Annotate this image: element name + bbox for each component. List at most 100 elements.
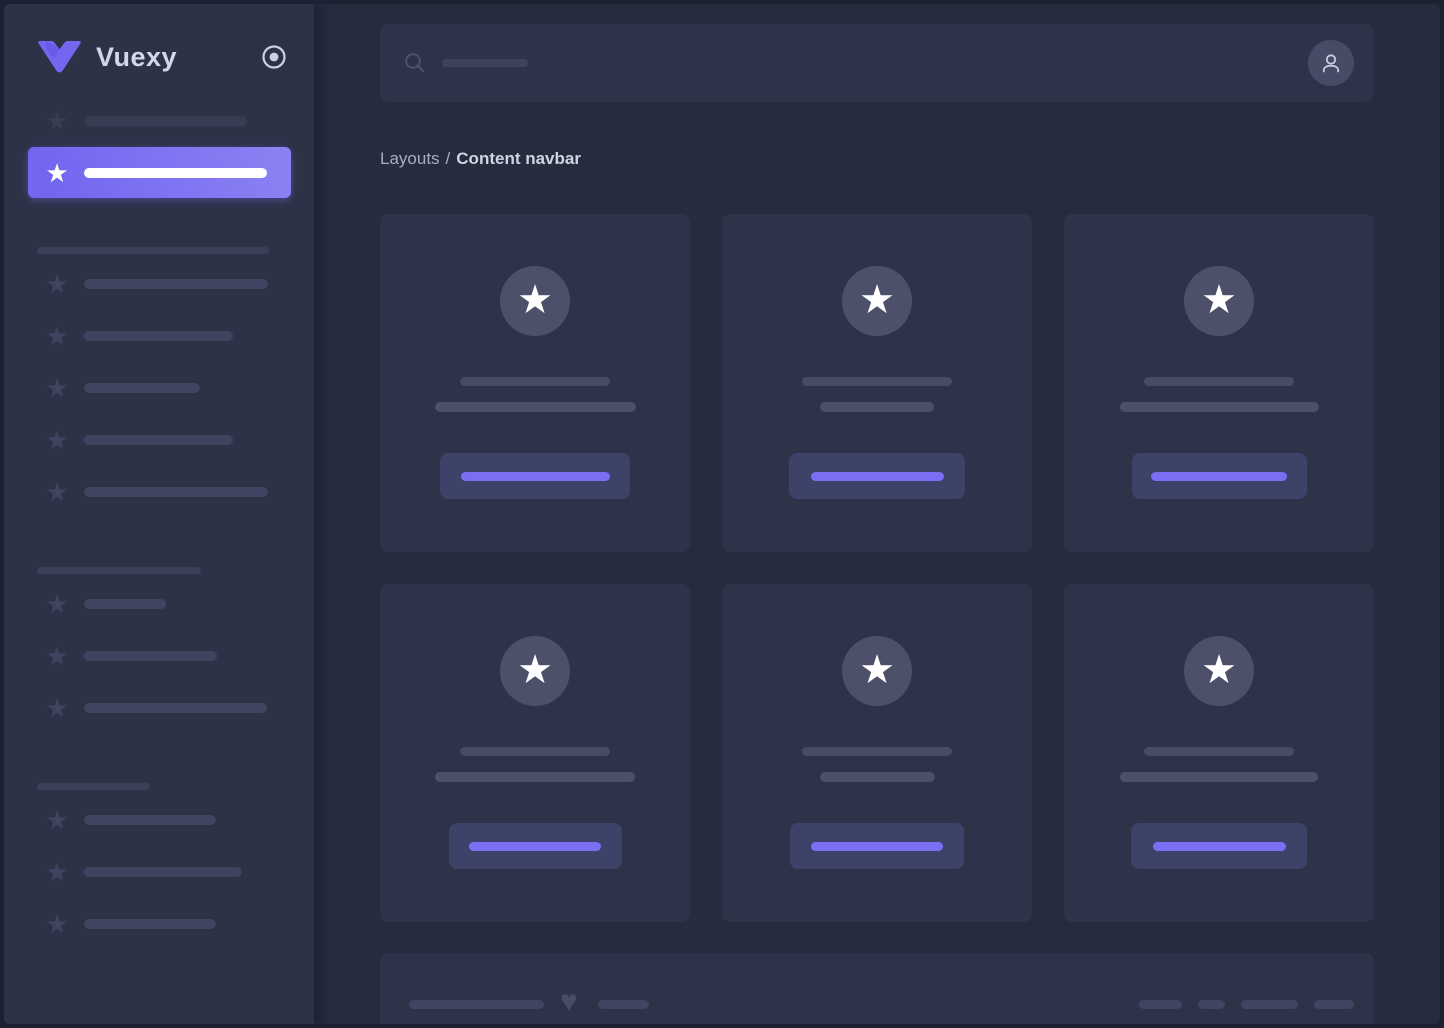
footer-link-skeleton[interactable] [1198,1000,1225,1009]
star-icon: ★ [859,650,895,690]
app-title: Vuexy [96,42,261,73]
content-navbar [380,24,1374,102]
sidebar: Vuexy ★★★★★★★★★★★★★ [4,4,314,1024]
card-button[interactable] [790,823,964,869]
star-icon: ★ [44,643,70,669]
search-icon[interactable] [403,51,427,75]
nav-label-skeleton [84,383,200,393]
star-icon: ★ [44,108,70,134]
search-input-placeholder[interactable] [442,59,528,67]
nav-label-skeleton [84,599,166,609]
footer-link-skeleton[interactable] [1139,1000,1182,1009]
footer-copyright-skeleton [409,1000,544,1009]
sidebar-item-skeleton[interactable]: ★ [4,362,314,414]
placeholder-card: ★ [380,584,690,922]
sidebar-item-skeleton[interactable]: ★ [4,414,314,466]
star-icon: ★ [44,160,70,186]
nav-label-skeleton [84,279,268,289]
nav-label-skeleton [84,919,216,929]
menu-pin-icon[interactable] [261,44,287,70]
user-avatar[interactable] [1308,40,1354,86]
star-icon: ★ [44,479,70,505]
card-avatar-circle: ★ [842,266,912,336]
nav-label-skeleton [84,435,233,445]
breadcrumb: Layouts / Content navbar [380,149,1374,169]
button-label-skeleton [811,472,944,481]
card-avatar-circle: ★ [1184,266,1254,336]
card-text-skeleton [1120,402,1319,412]
card-button[interactable] [789,453,965,499]
star-icon: ★ [517,280,553,320]
card-title-skeleton [460,377,610,386]
card-button[interactable] [449,823,622,869]
logo-row: Vuexy [4,4,314,82]
star-icon: ★ [1201,650,1237,690]
star-icon: ★ [44,695,70,721]
card-avatar-circle: ★ [500,266,570,336]
button-label-skeleton [469,842,601,851]
star-icon: ★ [44,427,70,453]
card-button[interactable] [1132,453,1307,499]
nav-label-skeleton [84,815,216,825]
card-title-skeleton [1144,747,1294,756]
sidebar-nav: ★★★★★★★★★★★★★ [4,82,314,1024]
star-icon: ★ [44,911,70,937]
button-label-skeleton [1153,842,1286,851]
sidebar-item-skeleton[interactable]: ★ [4,846,314,898]
star-icon: ★ [44,591,70,617]
card-avatar-circle: ★ [500,636,570,706]
placeholder-card: ★ [722,584,1032,922]
nav-label-skeleton [84,703,267,713]
card-button[interactable] [440,453,630,499]
sidebar-item-skeleton[interactable]: ★ [4,794,314,846]
person-icon [1318,50,1344,76]
sidebar-item-active[interactable]: ★ [28,147,291,198]
footer-link-skeleton[interactable] [1241,1000,1298,1009]
sidebar-section-header-skeleton [37,247,269,254]
app-window: Vuexy ★★★★★★★★★★★★★ [0,0,1444,1028]
placeholder-card: ★ [380,214,690,552]
star-icon: ★ [44,271,70,297]
sidebar-item-skeleton[interactable]: ★ [4,466,314,518]
sidebar-item-skeleton[interactable]: ★ [4,898,314,950]
breadcrumb-separator: / [446,149,451,168]
cards-grid: ★ ★ ★ ★ ★ ★ [380,214,1374,922]
star-icon: ★ [859,280,895,320]
main-content: Layouts / Content navbar ★ ★ ★ ★ ★ ★ ♥ [314,4,1440,1024]
footer-links [1139,1000,1354,1009]
breadcrumb-section[interactable]: Layouts [380,149,440,168]
card-title-skeleton [460,747,610,756]
placeholder-card: ★ [1064,214,1374,552]
sidebar-item-skeleton[interactable]: ★ [4,682,314,734]
button-label-skeleton [461,472,610,481]
card-button[interactable] [1131,823,1307,869]
footer-link-skeleton[interactable] [1314,1000,1354,1009]
star-icon: ★ [1201,280,1237,320]
vuexy-logo-icon [37,41,82,73]
card-title-skeleton [1144,377,1294,386]
sidebar-item-skeleton[interactable]: ★ [4,258,314,310]
button-label-skeleton [1151,472,1287,481]
card-text-skeleton [820,402,934,412]
nav-label-skeleton [84,487,268,497]
sidebar-section-header-skeleton [37,783,150,790]
sidebar-item-skeleton[interactable]: ★ [4,310,314,362]
card-title-skeleton [802,377,952,386]
sidebar-section-header-skeleton [37,567,201,574]
placeholder-card: ★ [722,214,1032,552]
sidebar-item-skeleton[interactable]: ★ [4,630,314,682]
footer-credit-skeleton [598,1000,649,1009]
card-text-skeleton [1120,772,1318,782]
card-avatar-circle: ★ [1184,636,1254,706]
nav-label-skeleton [84,651,217,661]
card-title-skeleton [802,747,952,756]
sidebar-item-skeleton[interactable]: ★ [4,578,314,630]
footer-row: ♥ [409,989,1354,1019]
nav-label-skeleton [84,867,242,877]
heart-icon: ♥ [560,987,578,1017]
card-avatar-circle: ★ [842,636,912,706]
sidebar-item-skeleton[interactable]: ★ [4,95,314,147]
card-text-skeleton [435,772,635,782]
breadcrumb-current: Content navbar [456,149,581,168]
star-icon: ★ [44,375,70,401]
